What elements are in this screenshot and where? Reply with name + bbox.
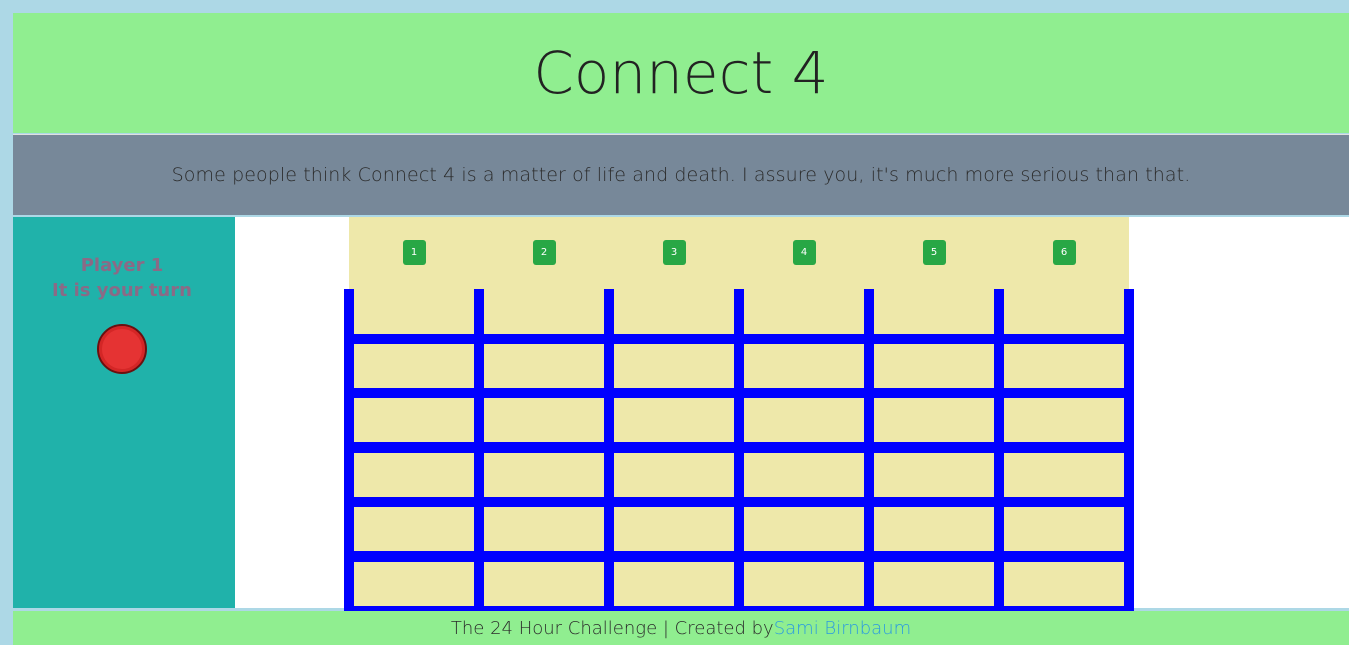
quote-text: Some people think Connect 4 is a matter … xyxy=(171,164,1191,186)
board-cell xyxy=(874,507,994,551)
board-cell xyxy=(484,344,604,388)
board-cell xyxy=(744,453,864,497)
author-link[interactable]: Sami Birnbaum xyxy=(774,618,911,639)
board-cell xyxy=(484,289,604,334)
board-cell xyxy=(614,507,734,551)
player-info: Player 1 It is your turn xyxy=(13,253,231,303)
board-cell xyxy=(744,562,864,606)
board-cell xyxy=(1004,398,1124,442)
page-header: Connect 4 xyxy=(13,13,1349,133)
board-cell xyxy=(484,562,604,606)
drop-column-1-button[interactable]: 1 xyxy=(402,240,426,265)
drop-column-5-button[interactable]: 5 xyxy=(922,240,946,265)
drop-column-4-button[interactable]: 4 xyxy=(792,240,816,265)
board-cell xyxy=(614,453,734,497)
board-cell xyxy=(614,398,734,442)
board-cell xyxy=(354,289,474,334)
board-cell xyxy=(874,453,994,497)
board-cell xyxy=(874,562,994,606)
page-title: Connect 4 xyxy=(533,39,829,107)
page-footer: The 24 Hour Challenge | Created by Sami … xyxy=(13,611,1349,645)
board-cell xyxy=(484,398,604,442)
board-cell xyxy=(1004,344,1124,388)
board-cell xyxy=(1004,453,1124,497)
board-cell xyxy=(354,453,474,497)
board-cell xyxy=(874,344,994,388)
board-cell xyxy=(874,398,994,442)
column-button-bar: 1 2 3 4 5 6 xyxy=(349,217,1129,289)
board-cell xyxy=(484,507,604,551)
drop-column-6-button[interactable]: 6 xyxy=(1052,240,1076,265)
game-board xyxy=(344,289,1134,614)
board-cell xyxy=(1004,289,1124,334)
drop-column-3-button[interactable]: 3 xyxy=(662,240,686,265)
board-cell xyxy=(614,289,734,334)
board-cell xyxy=(744,398,864,442)
board-cell xyxy=(614,344,734,388)
board-cell xyxy=(744,289,864,334)
footer-text: The 24 Hour Challenge | Created by xyxy=(450,617,774,639)
player-name: Player 1 xyxy=(80,255,164,276)
app-frame: Connect 4 Some people think Connect 4 is… xyxy=(13,13,1349,645)
player-panel: Player 1 It is your turn xyxy=(13,217,235,608)
board-cell xyxy=(354,507,474,551)
board-cell xyxy=(614,562,734,606)
board-cell xyxy=(1004,507,1124,551)
current-player-chip xyxy=(97,324,147,374)
board-cell xyxy=(744,344,864,388)
board-cell xyxy=(484,453,604,497)
board-cell xyxy=(744,507,864,551)
game-area: 1 2 3 4 5 6 xyxy=(235,217,1349,614)
board-cell xyxy=(354,562,474,606)
quote-banner: Some people think Connect 4 is a matter … xyxy=(13,134,1349,215)
turn-status: It is your turn xyxy=(52,280,192,301)
drop-column-2-button[interactable]: 2 xyxy=(532,240,556,265)
board-cell xyxy=(874,289,994,334)
board-cell xyxy=(354,398,474,442)
board-cell xyxy=(354,344,474,388)
board-cell xyxy=(1004,562,1124,606)
